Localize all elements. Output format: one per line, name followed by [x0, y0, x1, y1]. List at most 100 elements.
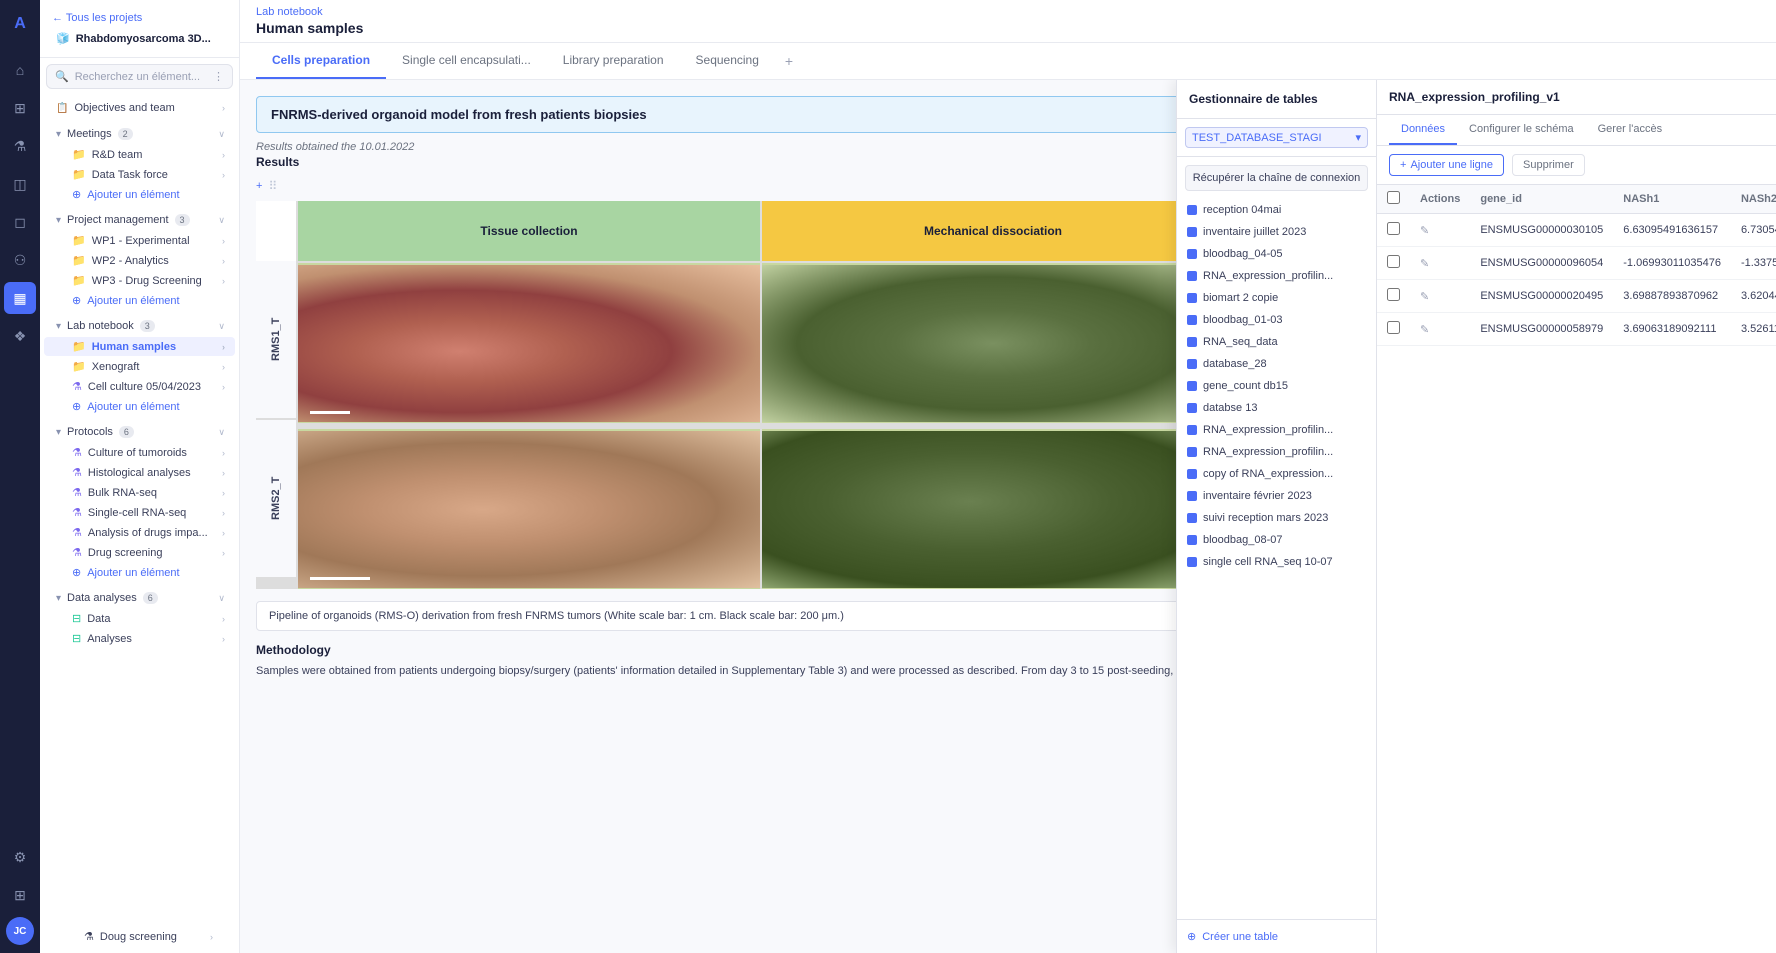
plus-icon[interactable]: +: [256, 180, 262, 192]
plus-icon: ⊕: [72, 188, 81, 201]
tab-add-button[interactable]: +: [775, 47, 803, 75]
protocol-icon: ⚗: [72, 546, 82, 559]
table-nav-icon[interactable]: ▦: [4, 282, 36, 314]
tm-item-single-cell-rna[interactable]: single cell RNA_seq 10-07: [1177, 551, 1376, 573]
row-checkbox[interactable]: [1387, 222, 1400, 235]
sidebar-item-project-management[interactable]: ▾ Project management 3 ∨: [44, 210, 235, 230]
puzzle-nav-icon[interactable]: ❖: [4, 320, 36, 352]
app-logo[interactable]: A: [4, 8, 36, 40]
tm-item-rna-seq[interactable]: RNA_seq_data: [1177, 331, 1376, 353]
tm-item-rna-profiling-3[interactable]: RNA_expression_profilin...: [1177, 441, 1376, 463]
row-checkbox[interactable]: [1387, 255, 1400, 268]
tm-tab-schema[interactable]: Configurer le schéma: [1457, 115, 1586, 145]
row-checkbox[interactable]: [1387, 288, 1400, 301]
people-nav-icon[interactable]: ⚇: [4, 244, 36, 276]
sidebar-subitem-drug-screening[interactable]: ⚗ Drug screening ›: [44, 543, 235, 562]
tm-item-bloodbag-08[interactable]: bloodbag_08-07: [1177, 529, 1376, 551]
sidebar-item-objectives[interactable]: 📋 Objectives and team ›: [44, 98, 235, 118]
tab-single-cell[interactable]: Single cell encapsulati...: [386, 43, 547, 79]
edit-icon[interactable]: ✎: [1420, 324, 1429, 336]
breadcrumb: Lab notebook: [256, 6, 1760, 18]
sidebar-subitem-histological[interactable]: ⚗ Histological analyses ›: [44, 463, 235, 482]
sidebar-subitem-single-cell[interactable]: ⚗ Single-cell RNA-seq ›: [44, 503, 235, 522]
chart-nav-icon[interactable]: ◫: [4, 168, 36, 200]
tm-item-gene-count[interactable]: gene_count db15: [1177, 375, 1376, 397]
sidebar-subitem-drug-analysis[interactable]: ⚗ Analysis of drugs impa... ›: [44, 523, 235, 542]
home-nav-icon[interactable]: ⌂: [4, 54, 36, 86]
sidebar-item-protocols[interactable]: ▾ Protocols 6 ∨: [44, 422, 235, 442]
tm-item-database28[interactable]: database_28: [1177, 353, 1376, 375]
pm-icon: ▾: [56, 215, 61, 226]
sidebar-subitem-data-taskforce[interactable]: 📁 Data Task force ›: [44, 165, 235, 184]
tm-item-inventaire-feb[interactable]: inventaire février 2023: [1177, 485, 1376, 507]
table-row: ✎ ENSMUSG00000096054 -1.06993011035476 -…: [1377, 247, 1776, 280]
chevron-icon: ›: [222, 236, 225, 246]
tm-item-bloodbag-01[interactable]: bloodbag_01-03: [1177, 309, 1376, 331]
tm-item-suivi[interactable]: suivi reception mars 2023: [1177, 507, 1376, 529]
nash2-cell: 3.52611...: [1731, 313, 1776, 346]
link-nav-icon[interactable]: ⊞: [4, 879, 36, 911]
tm-item-rna-profiling-1[interactable]: RNA_expression_profilin...: [1177, 265, 1376, 287]
edit-icon[interactable]: ✎: [1420, 291, 1429, 303]
tm-create-table-button[interactable]: ⊕ Créer une table: [1177, 919, 1376, 953]
tm-item-databse13[interactable]: databse 13: [1177, 397, 1376, 419]
select-all-checkbox[interactable]: [1387, 191, 1400, 204]
add-item-lab[interactable]: ⊕ Ajouter un élément: [44, 397, 235, 416]
tm-item-inventaire-jul[interactable]: inventaire juillet 2023: [1177, 221, 1376, 243]
sidebar-subitem-xenograft[interactable]: 📁 Xenograft ›: [44, 357, 235, 376]
sidebar-item-lab-notebook[interactable]: ▾ Lab notebook 3 ∨: [44, 316, 235, 336]
search-bar[interactable]: 🔍 Recherchez un élément... ⋮: [46, 64, 233, 89]
sidebar-subitem-human-samples[interactable]: 📁 Human samples ›: [44, 337, 235, 356]
tm-item-dot: [1187, 227, 1197, 237]
tm-connect-button[interactable]: Récupérer la chaîne de connexion: [1185, 165, 1368, 191]
tm-item-reception[interactable]: reception 04mai: [1177, 199, 1376, 221]
sidebar-subitem-bulk-rna[interactable]: ⚗ Bulk RNA-seq ›: [44, 483, 235, 502]
delete-button[interactable]: Supprimer: [1512, 154, 1585, 176]
back-link[interactable]: ← Tous les projets: [48, 8, 231, 28]
tm-item-biomart[interactable]: biomart 2 copie: [1177, 287, 1376, 309]
tab-sequencing[interactable]: Sequencing: [680, 43, 775, 79]
bell-nav-icon[interactable]: ◻: [4, 206, 36, 238]
tm-tab-access[interactable]: Gerer l'accès: [1586, 115, 1674, 145]
user-avatar[interactable]: JC: [6, 917, 34, 945]
sidebar-item-meetings[interactable]: ▾ Meetings 2 ∨: [44, 124, 235, 144]
tm-item-rna-profiling-2[interactable]: RNA_expression_profilin...: [1177, 419, 1376, 441]
tm-item-copy-rna[interactable]: copy of RNA_expression...: [1177, 463, 1376, 485]
sidebar-subitem-wp3[interactable]: 📁 WP3 - Drug Screening ›: [44, 271, 235, 290]
tm-data-actions: + Ajouter une ligne Supprimer: [1377, 146, 1776, 185]
sidebar-subitem-rd-team[interactable]: 📁 R&D team ›: [44, 145, 235, 164]
tm-tab-donnees[interactable]: Données: [1389, 115, 1457, 145]
col-nash1: NASh1: [1613, 185, 1731, 214]
tm-item-bloodbag-04[interactable]: bloodbag_04-05: [1177, 243, 1376, 265]
grid-nav-icon[interactable]: ⊞: [4, 92, 36, 124]
chevron-icon: ›: [222, 614, 225, 624]
edit-icon[interactable]: ✎: [1420, 258, 1429, 270]
sidebar-subitem-analyses[interactable]: ⊟ Analyses ›: [44, 629, 235, 648]
flask-nav-icon[interactable]: ⚗: [4, 130, 36, 162]
sidebar-subitem-doug-screening[interactable]: ⚗ Doug screening ›: [56, 927, 223, 946]
doug-icon: ⚗: [84, 930, 94, 943]
sidebar-subitem-culture[interactable]: ⚗ Culture of tumoroids ›: [44, 443, 235, 462]
tm-db-dropdown[interactable]: TEST_DATABASE_STAGI ▾: [1185, 127, 1368, 148]
plus-icon: ⊕: [72, 400, 81, 413]
mechanical-rms2-image: [762, 429, 1224, 589]
sidebar-item-data-analyses[interactable]: ▾ Data analyses 6 ∨: [44, 588, 235, 608]
add-item-meetings[interactable]: ⊕ Ajouter un élément: [44, 185, 235, 204]
protocol-icon: ⚗: [72, 506, 82, 519]
sidebar-subitem-cell-culture[interactable]: ⚗ Cell culture 05/04/2023 ›: [44, 377, 235, 396]
settings-nav-icon[interactable]: ⚙: [4, 841, 36, 873]
add-item-protocols[interactable]: ⊕ Ajouter un élément: [44, 563, 235, 582]
breadcrumb-link[interactable]: Lab notebook: [256, 6, 323, 18]
tab-cells-preparation[interactable]: Cells preparation: [256, 43, 386, 79]
row-checkbox[interactable]: [1387, 321, 1400, 334]
table-row: ✎ ENSMUSG00000020495 3.69887893870962 3.…: [1377, 280, 1776, 313]
edit-icon[interactable]: ✎: [1420, 225, 1429, 237]
tab-library[interactable]: Library preparation: [547, 43, 680, 79]
add-item-pm[interactable]: ⊕ Ajouter un élément: [44, 291, 235, 310]
sidebar-subitem-wp2[interactable]: 📁 WP2 - Analytics ›: [44, 251, 235, 270]
tm-item-dot: [1187, 271, 1197, 281]
sidebar-subitem-wp1[interactable]: 📁 WP1 - Experimental ›: [44, 231, 235, 250]
drag-handle[interactable]: ⠿: [268, 179, 277, 193]
sidebar-subitem-data[interactable]: ⊟ Data ›: [44, 609, 235, 628]
add-line-button[interactable]: + Ajouter une ligne: [1389, 154, 1504, 176]
